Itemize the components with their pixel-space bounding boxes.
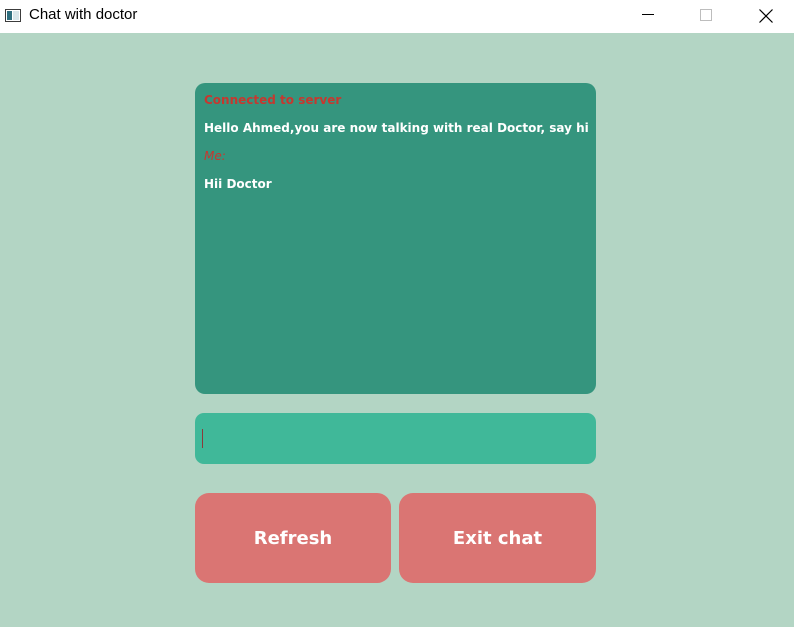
close-button[interactable] (742, 0, 788, 30)
sender-label: Me: (204, 149, 226, 163)
exit-chat-button[interactable]: Exit chat (399, 493, 596, 583)
message-input[interactable] (195, 413, 596, 464)
app-window: Chat with doctor Connected to server Hel… (0, 0, 794, 627)
chat-history[interactable]: Connected to server Hello Ahmed,you are … (195, 83, 596, 394)
text-cursor (202, 429, 203, 448)
minimize-icon (642, 14, 654, 15)
maximize-button[interactable] (683, 0, 729, 30)
minimize-button[interactable] (625, 0, 671, 30)
user-message: Hii Doctor (204, 177, 272, 191)
title-bar[interactable]: Chat with doctor (0, 0, 794, 32)
maximize-icon (700, 9, 712, 21)
doctor-message: Hello Ahmed,you are now talking with rea… (204, 121, 589, 135)
refresh-button[interactable]: Refresh (195, 493, 391, 583)
close-icon (759, 9, 773, 23)
chat-window-body: Connected to server Hello Ahmed,you are … (0, 33, 794, 627)
status-message: Connected to server (204, 93, 342, 107)
window-title: Chat with doctor (29, 6, 138, 23)
app-window-icon (5, 7, 21, 22)
